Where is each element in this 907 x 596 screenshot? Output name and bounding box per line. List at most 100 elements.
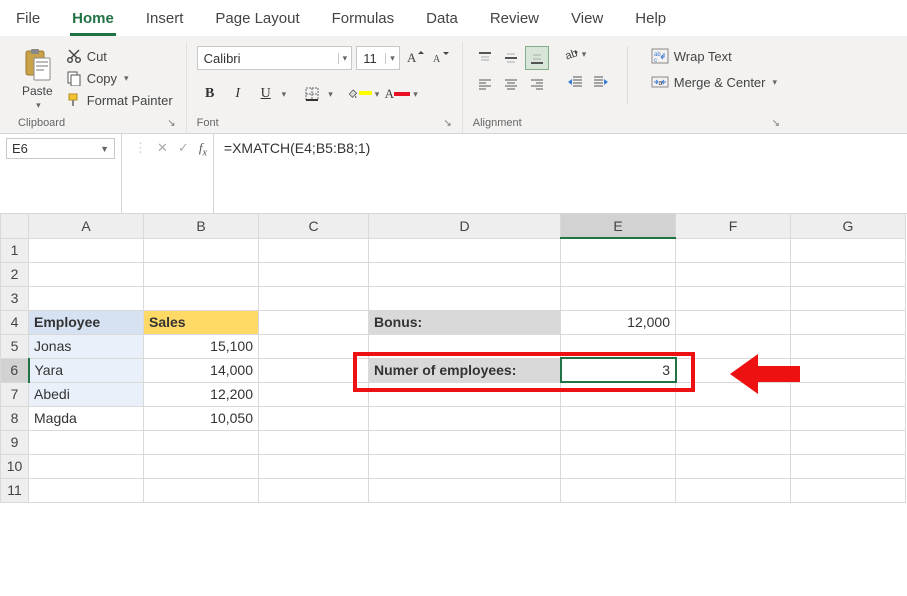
col-header[interactable]: F (676, 214, 791, 238)
cell[interactable]: 12,000 (561, 310, 676, 334)
row-header[interactable]: 10 (1, 454, 29, 478)
name-box[interactable]: E6 ▼ (0, 134, 122, 213)
row-header[interactable]: 3 (1, 286, 29, 310)
cell[interactable]: 15,100 (144, 334, 259, 358)
merge-center-button[interactable]: a Merge & Center ▾ (648, 72, 780, 92)
row-header[interactable]: 11 (1, 478, 29, 502)
wrap-text-button[interactable]: abc Wrap Text (648, 46, 780, 66)
row-header[interactable]: 6 (1, 358, 29, 382)
cancel-formula-button[interactable]: ✕ (157, 140, 168, 156)
ribbon-tabs: File Home Insert Page Layout Formulas Da… (0, 0, 907, 36)
tab-data[interactable]: Data (424, 6, 460, 36)
font-group-label: Font (197, 117, 219, 129)
align-center-button[interactable] (499, 72, 523, 96)
font-name-value: Calibri (198, 51, 338, 66)
font-color-button[interactable]: A▾ (384, 82, 421, 106)
col-header[interactable]: E (561, 214, 676, 238)
select-all-corner[interactable] (1, 214, 29, 238)
increase-indent-button[interactable] (589, 70, 613, 94)
underline-button[interactable]: U (253, 82, 279, 106)
grid[interactable]: A B C D E F G 1 2 3 4 Employee Sales Bon… (0, 214, 906, 503)
cell[interactable]: 12,200 (144, 382, 259, 406)
svg-text:A: A (407, 50, 417, 65)
tab-review[interactable]: Review (488, 6, 541, 36)
italic-button[interactable]: I (225, 82, 251, 106)
tab-help[interactable]: Help (633, 6, 668, 36)
bold-button[interactable]: B (197, 82, 223, 106)
tab-view[interactable]: View (569, 6, 605, 36)
cell[interactable]: Abedi (29, 382, 144, 406)
dialog-launcher-icon[interactable]: ↘ (772, 118, 780, 129)
col-header[interactable]: G (791, 214, 906, 238)
wrap-text-icon: abc (651, 48, 669, 64)
cell[interactable]: Bonus: (369, 310, 561, 334)
col-header[interactable]: A (29, 214, 144, 238)
align-middle-button[interactable] (499, 46, 523, 70)
svg-text:A: A (433, 54, 441, 65)
ribbon: Paste ▾ Cut Copy ▾ Format Painter C (0, 36, 907, 134)
insert-function-button[interactable]: fx (199, 140, 207, 159)
cell-selected[interactable]: 3 (561, 358, 676, 382)
align-top-button[interactable] (473, 46, 497, 70)
enter-formula-button[interactable]: ✓ (178, 140, 189, 156)
dialog-launcher-icon[interactable]: ↘ (443, 118, 451, 129)
decrease-indent-button[interactable] (563, 70, 587, 94)
paintbrush-icon (66, 92, 82, 108)
row-header[interactable]: 1 (1, 238, 29, 262)
col-header[interactable]: D (369, 214, 561, 238)
tab-file[interactable]: File (14, 6, 42, 36)
decrease-font-size-button[interactable]: A (430, 47, 452, 69)
format-painter-label: Format Painter (87, 93, 173, 108)
increase-font-size-button[interactable]: A (404, 47, 426, 69)
scissors-icon (66, 48, 82, 64)
tab-home[interactable]: Home (70, 6, 116, 36)
fill-color-button[interactable]: ▾ (346, 82, 383, 106)
alignment-group-label: Alignment (473, 117, 522, 129)
cell[interactable]: Jonas (29, 334, 144, 358)
row-header[interactable]: 7 (1, 382, 29, 406)
row-header[interactable]: 2 (1, 262, 29, 286)
tab-insert[interactable]: Insert (144, 6, 186, 36)
paste-label: Paste (22, 84, 53, 98)
align-bottom-button[interactable] (525, 46, 549, 70)
cell[interactable]: Sales (144, 310, 259, 334)
paste-button[interactable]: Paste ▾ (18, 46, 57, 113)
row-header[interactable]: 4 (1, 310, 29, 334)
chevron-down-icon: ▾ (124, 73, 129, 84)
align-right-button[interactable] (525, 72, 549, 96)
tab-formulas[interactable]: Formulas (330, 6, 397, 36)
clipboard-group-label: Clipboard (18, 117, 65, 129)
align-left-button[interactable] (473, 72, 497, 96)
row-header[interactable]: 9 (1, 430, 29, 454)
cell[interactable]: Numer of employees: (369, 358, 561, 382)
row-header[interactable]: 8 (1, 406, 29, 430)
chevron-down-icon: ▾ (338, 53, 352, 64)
cell[interactable]: Yara (29, 358, 144, 382)
cell[interactable]: 14,000 (144, 358, 259, 382)
dialog-launcher-icon[interactable]: ↘ (167, 118, 175, 129)
copy-icon (66, 70, 82, 86)
svg-text:c: c (654, 58, 657, 64)
cell[interactable]: 10,050 (144, 406, 259, 430)
name-box-value: E6 (12, 141, 28, 156)
cell[interactable]: Magda (29, 406, 144, 430)
col-header[interactable]: C (259, 214, 369, 238)
cut-button[interactable]: Cut (63, 46, 176, 66)
borders-button[interactable]: ▾ (299, 82, 336, 106)
chevron-down-icon: ▼ (100, 144, 109, 154)
formula-bar[interactable]: =XMATCH(E4;B5:B8;1) (214, 134, 907, 213)
row-header[interactable]: 5 (1, 334, 29, 358)
group-font: Calibri▾ 11▾ A A B I U▾ ▾ ▾ A▾ Font↘ (187, 42, 463, 133)
worksheet[interactable]: A B C D E F G 1 2 3 4 Employee Sales Bon… (0, 214, 907, 503)
divider-icon: ⋮ (134, 140, 147, 156)
tab-page-layout[interactable]: Page Layout (213, 6, 301, 36)
col-header[interactable]: B (144, 214, 259, 238)
wrap-text-label: Wrap Text (674, 49, 732, 64)
format-painter-button[interactable]: Format Painter (63, 90, 176, 110)
orientation-button[interactable]: ab▾ (563, 46, 613, 62)
copy-button[interactable]: Copy ▾ (63, 68, 176, 88)
font-size-combo[interactable]: 11▾ (356, 46, 400, 70)
cell[interactable]: Employee (29, 310, 144, 334)
font-name-combo[interactable]: Calibri▾ (197, 46, 353, 70)
chevron-down-icon[interactable]: ▾ (279, 89, 290, 100)
